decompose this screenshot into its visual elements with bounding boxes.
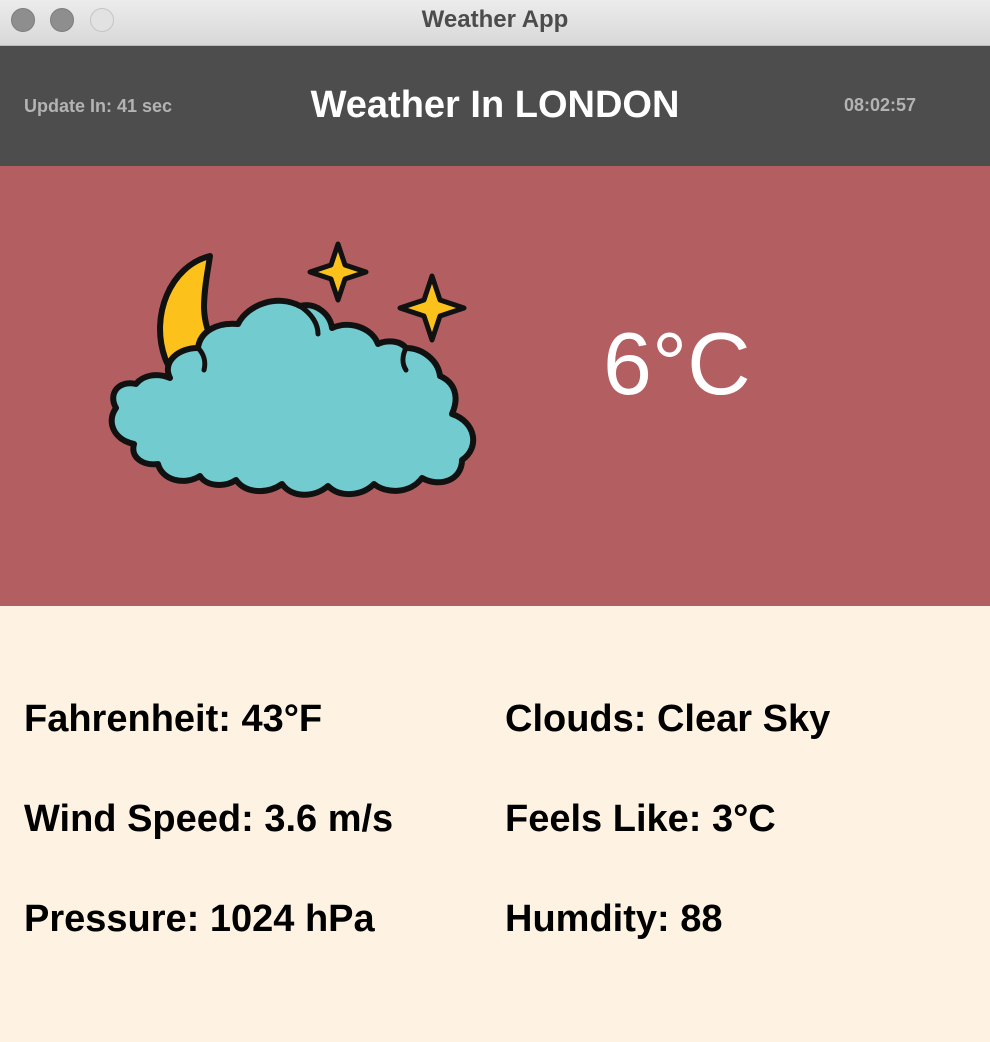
clouds-label: Clouds: Clear Sky xyxy=(505,698,831,740)
clock-time: 08:02:57 xyxy=(844,95,917,115)
title-bar[interactable]: Weather App xyxy=(0,0,990,46)
weather-app-window: Weather App Update In: 41 sec Weather In… xyxy=(0,0,990,1042)
pressure-label: Pressure: 1024 hPa xyxy=(24,898,375,940)
weather-details: Fahrenheit: 43°F Clouds: Clear Sky Wind … xyxy=(0,606,990,1042)
wind-speed-label: Wind Speed: 3.6 m/s xyxy=(24,798,394,840)
current-weather-panel: 6°C xyxy=(0,166,990,606)
window-title: Weather App xyxy=(421,6,569,33)
city-title: Weather In LONDON xyxy=(310,84,680,126)
header-bar: Update In: 41 sec Weather In LONDON 08:0… xyxy=(0,46,990,166)
cloud-moon-stars-icon xyxy=(108,241,477,498)
fahrenheit-label: Fahrenheit: 43°F xyxy=(24,698,323,740)
temperature-celsius: 6°C xyxy=(603,314,751,413)
humidity-label: Humdity: 88 xyxy=(505,898,723,940)
feels-like-label: Feels Like: 3°C xyxy=(505,798,776,840)
